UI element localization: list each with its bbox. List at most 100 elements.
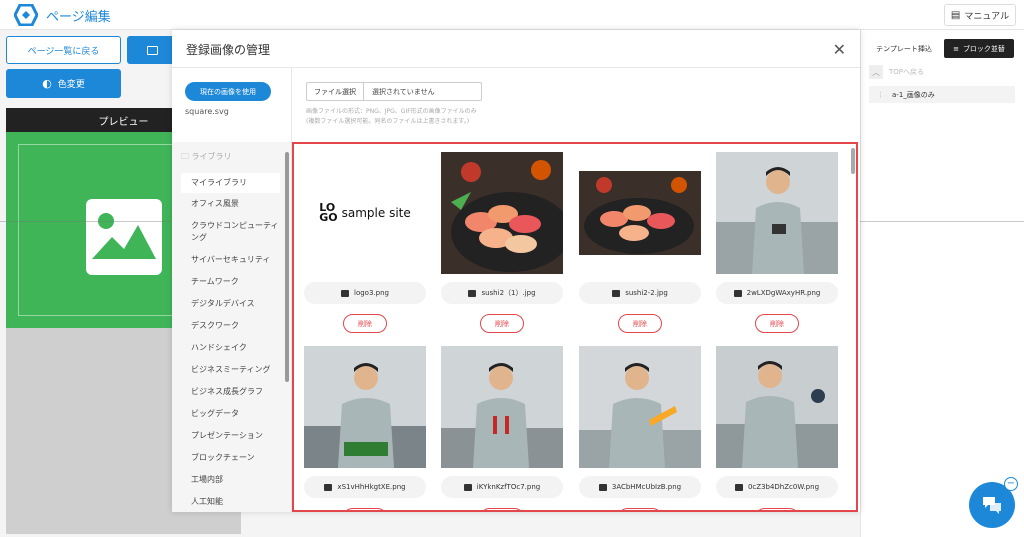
image-thumbnail[interactable] [716, 152, 838, 274]
image-card: xS1vHhHkgtXE.png 削除 [304, 346, 426, 510]
library-item[interactable]: ブロックチェーン [181, 452, 280, 464]
grid-scrollbar[interactable] [851, 148, 855, 174]
image-file-icon [612, 289, 621, 297]
modal-title: 登録画像の管理 [186, 43, 271, 57]
image-card: 0cZ3b4DhZc0W.png 削除 [716, 346, 838, 510]
library-sidebar: 🗀 ライブラリ マイライブラリ オフィス風景 クラウドコンピューティング サイバ… [172, 142, 291, 512]
library-item[interactable]: サイバーセキュリティ [181, 254, 280, 266]
block-list-item[interactable]: ⋮ a-1_画像のみ [869, 86, 1015, 103]
tab-template-insert[interactable]: テンプレート挿込 [867, 39, 941, 58]
library-item[interactable]: ビッグデータ [181, 408, 280, 420]
image-file-icon [598, 483, 607, 491]
file-name: 2wLXDgWAxyHR.png [746, 289, 821, 297]
image-thumbnail[interactable] [441, 346, 563, 468]
image-file-icon [734, 483, 743, 491]
file-name: 3ACbHMcUbIzB.png [611, 483, 682, 491]
file-name: sushi2-2.jpg [625, 289, 668, 297]
use-current-image-button[interactable]: 現在の画像を使用 [185, 82, 271, 101]
delete-button[interactable]: 削除 [480, 508, 524, 510]
image-card: LO GO sample site logo3.png 削除 [304, 152, 426, 342]
image-card: 2wLXDgWAxyHR.png 削除 [716, 152, 838, 342]
file-name: 0cZ3b4DhZc0W.png [747, 483, 820, 491]
engineer-photo [716, 346, 838, 468]
delete-button[interactable]: 削除 [343, 314, 387, 333]
file-name: iKYknKzfTOc7.png [476, 483, 541, 491]
sushi-photo [579, 171, 701, 255]
file-select-button[interactable]: ファイル選択 [307, 83, 364, 100]
library-item[interactable]: クラウドコンピューティング [181, 220, 280, 244]
file-name-pill: 2wLXDgWAxyHR.png [716, 282, 838, 304]
file-input[interactable]: ファイル選択 選択されていません [306, 82, 482, 101]
manual-button[interactable]: ▤ マニュアル [944, 4, 1016, 26]
back-to-top-label: TOPへ戻る [889, 68, 925, 76]
back-to-pages-button[interactable]: ページ一覧に戻る [6, 36, 121, 64]
block-item-label: a-1_画像のみ [892, 90, 935, 99]
tab-block-label: ブロック並替 [962, 44, 1005, 53]
image-manager-modal: 登録画像の管理 ✕ 現在の画像を使用 square.svg 🗀 ライブラリ マイ… [172, 30, 860, 512]
library-item[interactable]: ビジネスミーティング [181, 364, 280, 376]
close-icon[interactable]: ✕ [833, 40, 846, 59]
delete-button[interactable]: 削除 [480, 314, 524, 333]
chat-bubbles-icon [983, 497, 1001, 514]
library-item[interactable]: チームワーク [181, 276, 280, 288]
file-name-pill: 0cZ3b4DhZc0W.png [716, 476, 838, 498]
chevron-up-icon: ︿ [869, 65, 883, 79]
delete-button[interactable]: 削除 [755, 508, 799, 510]
delete-button[interactable]: 削除 [343, 508, 387, 510]
delete-button[interactable]: 削除 [618, 508, 662, 510]
file-name-pill: logo3.png [304, 282, 426, 304]
image-thumbnail[interactable] [579, 152, 701, 274]
logo-site-text: sample site [341, 206, 411, 220]
list-icon: ≡ [953, 44, 959, 53]
back-to-top-link[interactable]: ︿ TOPへ戻る [869, 65, 924, 79]
image-file-icon [324, 483, 333, 491]
library-item-my-library[interactable]: マイライブラリ [181, 173, 280, 193]
image-thumbnail[interactable]: LO GO sample site [304, 152, 426, 274]
library-item[interactable]: ビジネス成長グラフ [181, 386, 280, 398]
image-grid: LO GO sample site logo3.png 削除 sushi2（1）.… [292, 142, 858, 512]
file-name: sushi2（1）.jpg [481, 289, 536, 297]
folder-icon: 🗀 [181, 152, 189, 161]
engineer-photo [716, 152, 838, 274]
image-card: iKYknKzfTOc7.png 削除 [441, 346, 563, 510]
library-item[interactable]: デスクワーク [181, 320, 280, 332]
delete-button[interactable]: 削除 [618, 314, 662, 333]
library-item[interactable]: 工場内部 [181, 474, 280, 486]
right-panel: テンプレート挿込 ≡ ブロック並替 ︿ TOPへ戻る ⋮ a-1_画像のみ [860, 30, 1024, 537]
sushi-photo [441, 152, 563, 274]
file-multi-note: (複数ファイル選択可能。同名のファイルは上書きされます。) [306, 118, 470, 125]
tab-block-reorder[interactable]: ≡ ブロック並替 [944, 39, 1014, 58]
engineer-photo [304, 346, 426, 468]
image-thumbnail[interactable] [304, 346, 426, 468]
file-name: xS1vHhHkgtXE.png [337, 483, 406, 491]
library-item[interactable]: プレゼンテーション [181, 430, 280, 442]
library-heading-label: ライブラリ [191, 152, 232, 161]
color-change-button[interactable]: ◐ 色変更 [6, 69, 121, 98]
image-card: sushi2-2.jpg 削除 [579, 152, 701, 342]
current-file-name: square.svg [185, 107, 229, 116]
app-logo-icon [14, 4, 38, 26]
image-thumbnail[interactable] [441, 152, 563, 274]
app-header: ページ編集 ▤ マニュアル [0, 0, 1024, 30]
file-status: 選択されていません [372, 87, 435, 96]
image-card: 3ACbHMcUbIzB.png 削除 [579, 346, 701, 510]
image-thumbnail[interactable] [579, 346, 701, 468]
manual-label: マニュアル [964, 11, 1010, 22]
library-item[interactable]: デジタルデバイス [181, 298, 280, 310]
book-icon: ▤ [950, 9, 961, 21]
image-card: sushi2（1）.jpg 削除 [441, 152, 563, 342]
color-change-label: 色変更 [57, 80, 85, 90]
library-item[interactable]: 人工知能 [181, 496, 280, 508]
file-name-pill: xS1vHhHkgtXE.png [304, 476, 426, 498]
library-item[interactable]: オフィス風景 [181, 198, 280, 210]
library-scrollbar[interactable] [285, 152, 289, 382]
library-heading: 🗀 ライブラリ [181, 151, 232, 165]
library-item[interactable]: ハンドシェイク [181, 342, 280, 354]
engineer-photo [441, 346, 563, 468]
image-file-icon [733, 289, 742, 297]
page-title: ページ編集 [46, 10, 111, 25]
delete-button[interactable]: 削除 [755, 314, 799, 333]
file-name-pill: iKYknKzfTOc7.png [441, 476, 563, 498]
image-thumbnail[interactable] [716, 346, 838, 468]
chat-minimize-icon[interactable]: − [1004, 477, 1018, 491]
